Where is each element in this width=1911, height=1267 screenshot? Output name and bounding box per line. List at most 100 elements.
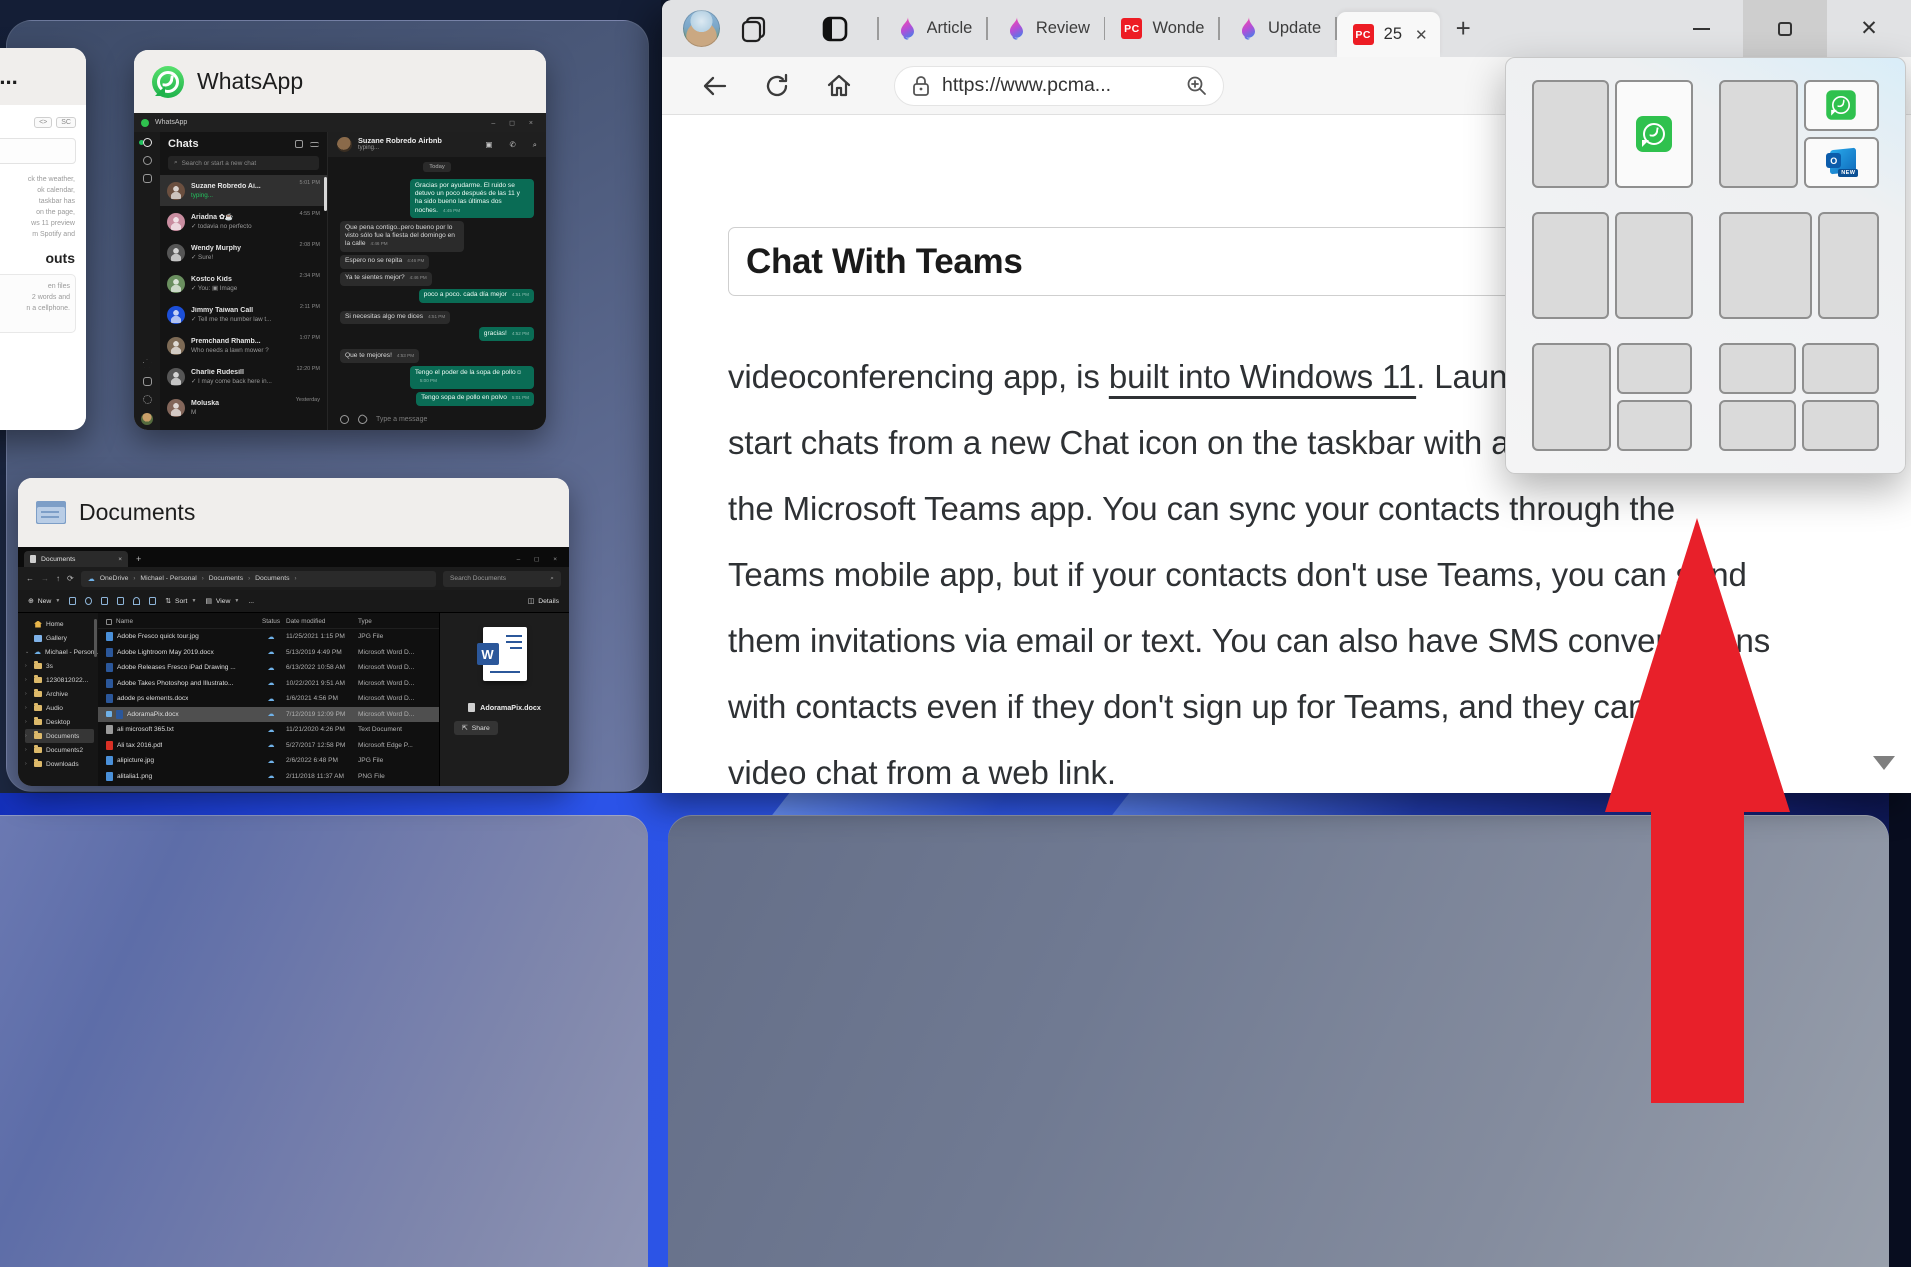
sort-button[interactable]: ⇅ Sort ▼	[165, 597, 196, 605]
message-composer[interactable]: Type a message	[328, 408, 546, 430]
profile-avatar[interactable]	[141, 413, 153, 425]
back-icon[interactable]: ←	[26, 574, 34, 583]
table-row[interactable]: Adobe Fresco quick tour.jpg☁11/25/2021 1…	[98, 629, 439, 645]
copy-icon[interactable]	[85, 597, 92, 605]
address-bar[interactable]: https://www.pcma...	[894, 66, 1224, 106]
list-item[interactable]: MoluskaMYesterday	[160, 392, 327, 423]
share-button[interactable]: ⇱ Share	[454, 721, 498, 735]
sidebar-item-documents[interactable]: ›Documents	[25, 729, 94, 743]
tab-update[interactable]: Update	[1220, 0, 1335, 57]
starred-icon[interactable]	[143, 359, 152, 368]
sidebar-item-1230812022-[interactable]: ›1230812022...	[25, 673, 98, 687]
settings-gear-icon[interactable]	[143, 395, 152, 404]
snap-zone-cell[interactable]	[1615, 212, 1692, 320]
column-header-name[interactable]: Name	[98, 618, 256, 625]
sidebar-item-gallery[interactable]: Gallery	[25, 631, 98, 645]
refresh-icon[interactable]	[762, 71, 792, 101]
snap-zone-cell[interactable]: ONEW	[1804, 137, 1879, 188]
column-header-status[interactable]: Status	[256, 618, 286, 625]
table-row[interactable]: adode ps elements.docx☁1/6/2021 4:56 PMM…	[98, 691, 439, 707]
new-chat-icon[interactable]	[295, 140, 303, 148]
table-row[interactable]: Ali tax 2016.pdf☁5/27/2017 12:58 PMMicro…	[98, 738, 439, 754]
delete-icon[interactable]	[149, 597, 156, 605]
new-tab-icon[interactable]: +	[136, 554, 141, 564]
explorer-window-controls[interactable]: – ◻ ×	[517, 555, 563, 563]
calls-icon[interactable]	[143, 156, 152, 165]
partial-thumb-chip[interactable]: <>	[34, 117, 52, 128]
sidebar-item-documents2[interactable]: ›Documents2	[25, 743, 98, 757]
list-item[interactable]: Premchand Rhamb...Who needs a lawn mower…	[160, 330, 327, 361]
sidebar-item-home[interactable]: Home	[25, 617, 98, 631]
snap-zone-cell[interactable]	[1719, 80, 1798, 188]
list-item[interactable]: Suzane Robredo Ai...typing...5:01 PM	[160, 175, 327, 206]
rename-icon[interactable]	[117, 597, 124, 605]
snap-zone-bottom-left[interactable]	[0, 815, 648, 1267]
sidebar-item-3s[interactable]: ›3s	[25, 659, 98, 673]
taskview-whatsapp-card[interactable]: WhatsApp WhatsApp – ◻ ×	[134, 50, 546, 430]
details-button[interactable]: ◫ Details	[528, 597, 559, 605]
close-tab-icon[interactable]: ×	[118, 556, 122, 563]
list-item[interactable]: Ariadna ✿☕✓ todavia no perfecto4:55 PM	[160, 206, 327, 237]
emoji-icon[interactable]	[340, 415, 349, 424]
explorer-tab[interactable]: Documents ×	[24, 551, 128, 567]
more-button[interactable]: ...	[248, 598, 254, 605]
list-item[interactable]: Wendy Murphy✓ Sure!2:08 PM	[160, 237, 327, 268]
zoom-icon[interactable]	[1185, 74, 1209, 98]
breadcrumb-segment[interactable]: Michael - Personal	[140, 575, 196, 582]
taskview-documents-card[interactable]: Documents Documents × + – ◻ × ← → ↑ ⟳ ☁O…	[18, 478, 569, 786]
explorer-search-input[interactable]: Search Documents ⌕	[443, 571, 561, 587]
sidebar-item-archive[interactable]: ›Archive	[25, 687, 98, 701]
table-row[interactable]: ali microsoft 365.txt☁11/21/2020 4:26 PM…	[98, 722, 439, 738]
snap-layout-option-4[interactable]	[1719, 212, 1880, 320]
snap-zone-cell[interactable]	[1617, 343, 1692, 394]
table-row[interactable]: alitalia1.png☁2/11/2018 11:37 AMPNG File…	[98, 769, 439, 785]
home-icon[interactable]	[824, 71, 854, 101]
sidebar-scrollbar[interactable]	[94, 619, 97, 657]
workspaces-icon[interactable]	[737, 12, 771, 46]
snap-zone-cell[interactable]	[1719, 212, 1813, 320]
tab-article[interactable]: Article	[879, 0, 987, 57]
breadcrumb[interactable]: ☁OneDrive›Michael - Personal›Documents›D…	[81, 571, 436, 587]
article-link[interactable]: built into Windows 11	[1109, 358, 1416, 395]
search-icon[interactable]: ⌕	[533, 140, 537, 150]
communities-icon[interactable]	[143, 174, 152, 183]
view-button[interactable]: ▤ View ▼	[205, 597, 239, 605]
column-header-date-modified[interactable]: Date modified	[286, 618, 358, 625]
tab-25[interactable]: PC25✕	[1337, 12, 1440, 57]
share-icon[interactable]	[133, 597, 140, 605]
tab-actions-icon[interactable]	[819, 13, 851, 45]
snap-zone-cell[interactable]	[1617, 400, 1692, 451]
sidebar-item-michael-person-[interactable]: ⌄☁Michael - Person...	[25, 645, 98, 659]
snap-zone-cell[interactable]	[1615, 80, 1692, 188]
snap-zone-cell[interactable]	[1719, 343, 1796, 394]
breadcrumb-segment[interactable]: OneDrive	[100, 575, 129, 582]
file-list-columns[interactable]: NameStatusDate modifiedTypeSize	[98, 615, 439, 629]
snap-layout-option-5[interactable]	[1532, 343, 1693, 451]
breadcrumb-segment[interactable]: Documents	[255, 575, 289, 582]
partial-thumb-chip[interactable]: SC	[56, 117, 76, 128]
checkbox-icon[interactable]	[106, 619, 112, 625]
archive-icon[interactable]	[143, 377, 152, 386]
new-button[interactable]: ⊕ New ▼	[28, 597, 60, 605]
snap-layout-option-6[interactable]	[1719, 343, 1880, 451]
tab-wonde[interactable]: PCWonde	[1105, 0, 1218, 57]
forward-icon[interactable]: →	[41, 574, 49, 583]
snap-zone-cell[interactable]	[1532, 80, 1609, 188]
maximize-button[interactable]	[1743, 0, 1827, 57]
snap-zone-cell[interactable]	[1802, 400, 1879, 451]
snap-zone-cell[interactable]	[1802, 343, 1879, 394]
table-row[interactable]: Adobe Releases Fresco iPad Drawing ...☁6…	[98, 660, 439, 676]
snap-zone-cell[interactable]	[1532, 343, 1611, 451]
back-icon[interactable]	[700, 71, 730, 101]
snap-zone-cell[interactable]	[1532, 212, 1609, 320]
column-header-type[interactable]: Type	[358, 618, 426, 625]
list-item[interactable]: Charlie Rudesill✓ I may come back here i…	[160, 361, 327, 392]
taskview-partial-window-card[interactable]: eed t... <>SC ck the weather,ok calendar…	[0, 48, 86, 430]
snap-zone-bottom-right[interactable]	[668, 815, 1889, 1267]
table-row[interactable]: alipicture.jpg☁2/6/2022 6:48 PMJPG File4…	[98, 753, 439, 769]
close-button[interactable]: ✕	[1827, 0, 1911, 57]
tab-review[interactable]: Review	[988, 0, 1104, 57]
profile-avatar[interactable]	[683, 10, 720, 47]
file-explorer-thumbnail[interactable]: Documents × + – ◻ × ← → ↑ ⟳ ☁OneDrive›Mi…	[18, 547, 569, 786]
sidebar-item-audio[interactable]: ›Audio	[25, 701, 98, 715]
